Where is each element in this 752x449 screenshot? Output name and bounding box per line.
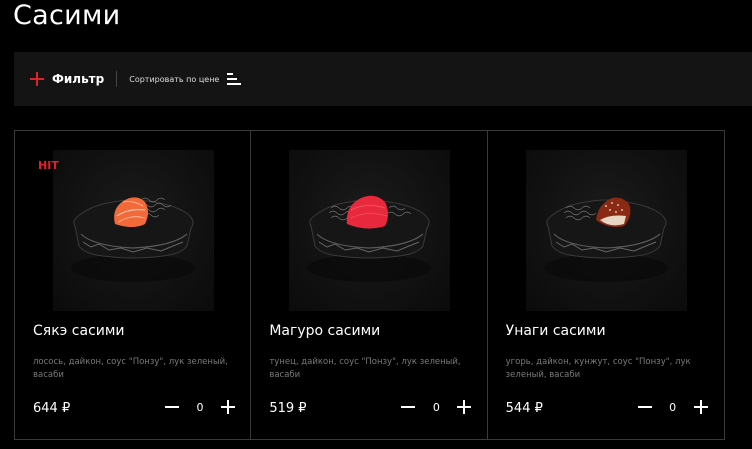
filter-button[interactable]: Фильтр bbox=[30, 72, 104, 86]
product-price: 519 ₽ bbox=[269, 401, 307, 416]
product-name[interactable]: Сякэ сасими bbox=[33, 323, 125, 339]
sort-icon bbox=[227, 73, 242, 85]
product-image[interactable] bbox=[289, 150, 451, 311]
product-card[interactable]: Магуро сасими тунец, дайкон, соус "Понзу… bbox=[251, 131, 488, 439]
filter-label: Фильтр bbox=[52, 72, 105, 86]
quantity-stepper: 0 bbox=[165, 400, 235, 414]
sashimi-plate-image bbox=[307, 195, 432, 282]
sort-label: Сортировать по цене bbox=[129, 74, 220, 84]
product-price: 544 ₽ bbox=[505, 401, 543, 416]
product-grid: HIT Сякэ сасими лосось, дайкон, соус "По… bbox=[14, 130, 725, 440]
product-description: угорь, дайкон, кунжут, соус "Понзу", лук… bbox=[505, 357, 691, 380]
hit-badge: HIT bbox=[38, 159, 59, 172]
quantity-stepper: 0 bbox=[637, 400, 708, 414]
sashimi-plate-image bbox=[543, 197, 668, 282]
plus-icon bbox=[30, 72, 44, 86]
quantity-value: 0 bbox=[432, 400, 440, 414]
product-description: лосось, дайкон, соус "Понзу", лук зелены… bbox=[33, 357, 228, 380]
increase-quantity-button[interactable] bbox=[457, 400, 472, 414]
decrease-quantity-button[interactable] bbox=[165, 400, 179, 414]
product-image[interactable] bbox=[53, 150, 214, 311]
product-name[interactable]: Магуро сасими bbox=[269, 323, 380, 339]
product-description: тунец, дайкон, соус "Понзу", лук зеленый… bbox=[269, 357, 461, 380]
sort-by-price-button[interactable]: Сортировать по цене bbox=[129, 73, 242, 85]
filter-toolbar: Фильтр Сортировать по цене bbox=[14, 52, 752, 106]
toolbar-divider bbox=[116, 71, 118, 87]
product-name[interactable]: Унаги сасими bbox=[506, 323, 606, 339]
product-image[interactable] bbox=[525, 150, 687, 311]
quantity-value: 0 bbox=[196, 400, 204, 414]
increase-quantity-button[interactable] bbox=[221, 400, 235, 414]
product-card[interactable]: HIT Сякэ сасими лосось, дайкон, соус "По… bbox=[15, 131, 252, 439]
page-title: Сасими bbox=[13, 0, 121, 31]
decrease-quantity-button[interactable] bbox=[401, 400, 416, 414]
product-card[interactable]: Унаги сасими угорь, дайкон, кунжут, соус… bbox=[488, 131, 724, 439]
product-price: 644 ₽ bbox=[33, 401, 71, 416]
quantity-value: 0 bbox=[669, 400, 677, 414]
increase-quantity-button[interactable] bbox=[693, 400, 708, 414]
quantity-stepper: 0 bbox=[401, 400, 472, 414]
decrease-quantity-button[interactable] bbox=[637, 400, 652, 414]
sashimi-plate-image bbox=[71, 197, 195, 282]
